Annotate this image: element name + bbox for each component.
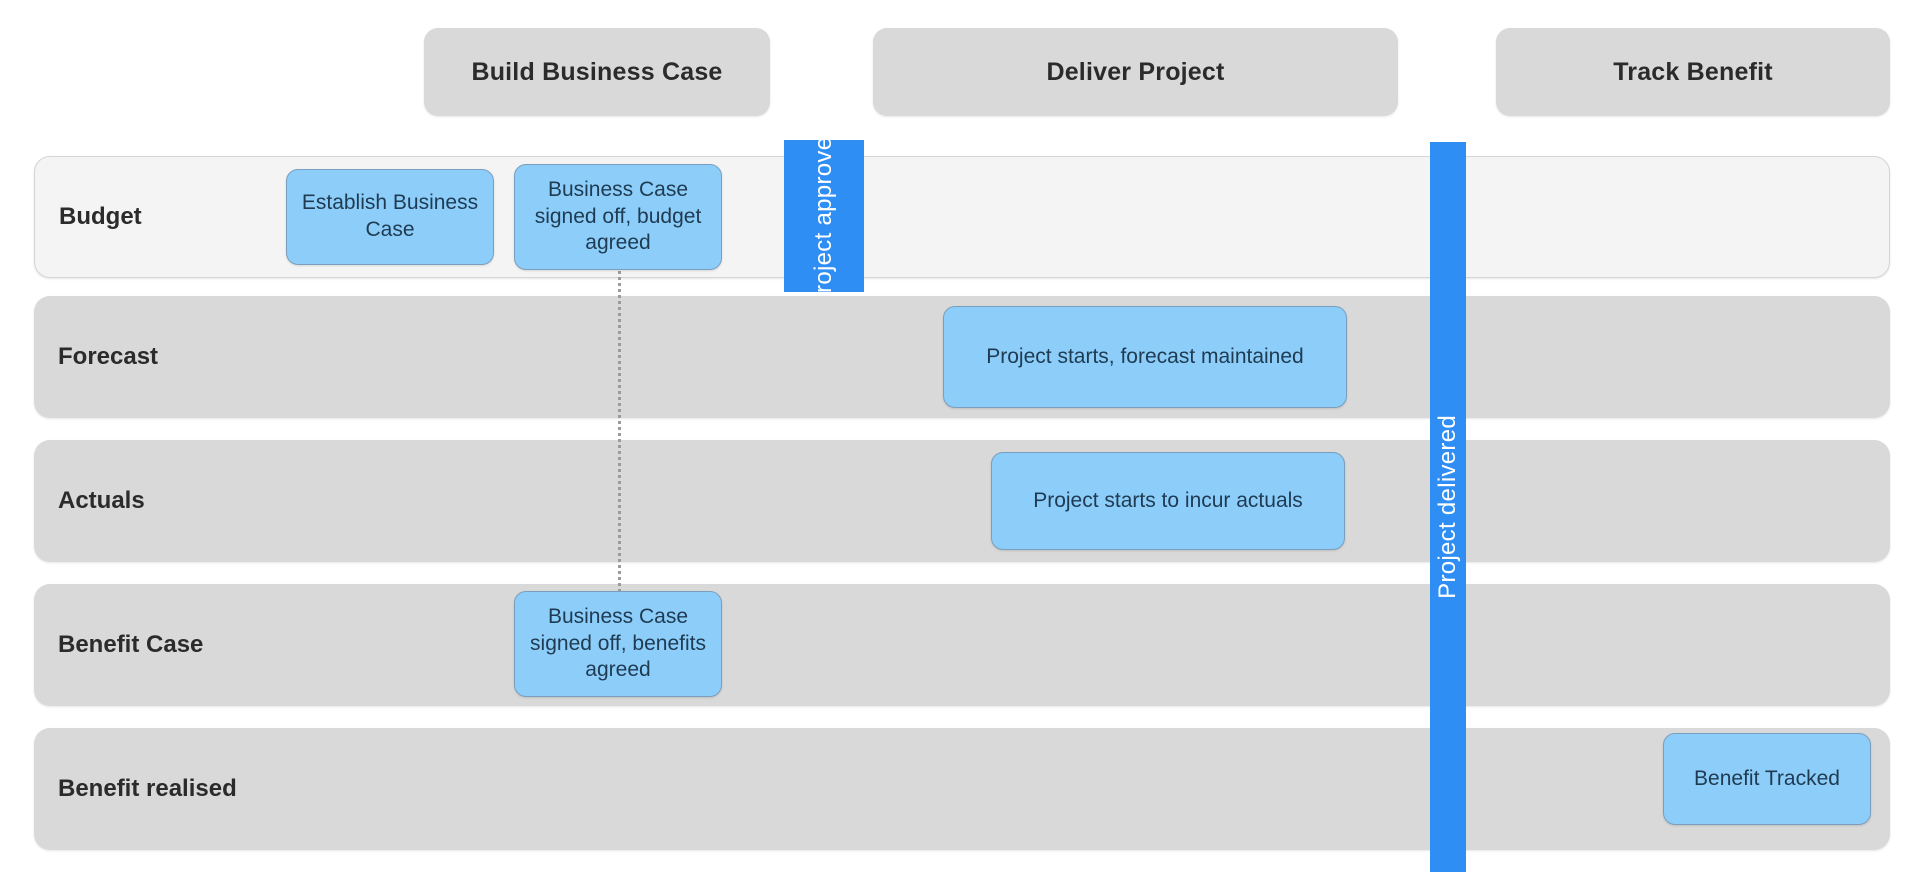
milestone-project-approved[interactable]: Project approved [784,140,864,292]
task-business-case-signed-off-benefits[interactable]: Business Case signed off, benefits agree… [514,591,722,697]
diagram-canvas: Build Business Case Deliver Project Trac… [0,0,1920,889]
phase-pill-label: Build Business Case [471,57,723,86]
task-label: Business Case signed off, benefits agree… [530,604,706,682]
task-label: Establish Business Case [301,191,479,241]
connector-business-case-signoff [618,258,621,598]
milestone-label: Project approved [810,140,837,292]
phase-pill-build-business-case[interactable]: Build Business Case [424,28,770,116]
phase-pill-label: Track Benefit [1613,57,1773,86]
task-project-starts-to-incur-actuals[interactable]: Project starts to incur actuals [991,452,1345,550]
lane-label-benefit-case: Benefit Case [58,631,204,658]
task-business-case-signed-off-budget[interactable]: Business Case signed off, budget agreed [514,164,722,270]
phase-pill-track-benefit[interactable]: Track Benefit [1496,28,1890,116]
task-label: Benefit Tracked [1694,766,1840,790]
lane-actuals[interactable]: Actuals [34,440,1890,562]
task-label: Project starts, forecast maintained [986,344,1304,368]
milestone-label: Project delivered [1434,415,1461,599]
task-label: Business Case signed off, budget agreed [534,177,702,255]
milestone-project-delivered[interactable]: Project delivered [1430,142,1466,872]
phase-pill-deliver-project[interactable]: Deliver Project [873,28,1398,116]
task-benefit-tracked[interactable]: Benefit Tracked [1663,733,1871,825]
task-project-starts-forecast-maintained[interactable]: Project starts, forecast maintained [943,306,1347,408]
task-establish-business-case[interactable]: Establish Business Case [286,169,494,265]
phase-pill-label: Deliver Project [1046,57,1225,86]
lane-benefit-case[interactable]: Benefit Case [34,584,1890,706]
task-label: Project starts to incur actuals [1033,488,1303,512]
lane-label-benefit-realised: Benefit realised [58,775,237,802]
lane-label-budget: Budget [59,203,142,230]
lane-benefit-realised[interactable]: Benefit realised [34,728,1890,850]
lane-label-forecast: Forecast [58,343,159,370]
lane-label-actuals: Actuals [58,487,145,514]
